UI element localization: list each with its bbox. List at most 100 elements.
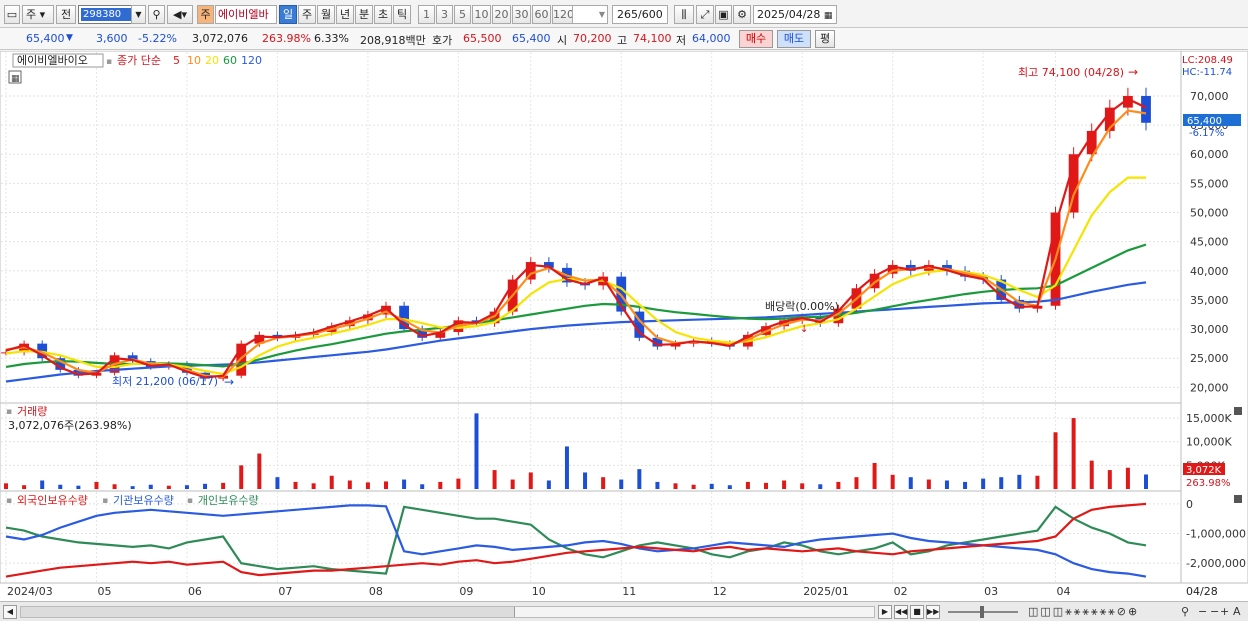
interval-button[interactable]: 20 [492,5,511,24]
zoom-slider-thumb[interactable] [980,606,984,618]
calendar-icon[interactable]: ▦ [824,11,833,21]
plus-icon[interactable]: + [1220,605,1229,619]
grid-icon[interactable]: ▦ [11,74,20,84]
dividend-annotation: 배당락(0.00%) [765,300,839,313]
holding-axis-label: 0 [1186,498,1193,511]
volume-bar [727,485,732,489]
price-change: 3,600 [96,32,128,45]
x-axis-label: 06 [188,585,202,598]
candle-body [1141,95,1151,123]
volume-bar [601,477,606,489]
period-tab[interactable]: 주 [298,5,316,24]
scroll-right-icon[interactable]: ▶ [878,605,892,619]
x-axis-label: 11 [622,585,636,598]
volume-bar [4,483,8,489]
period-tab[interactable]: 월 [317,5,335,24]
volume-bar [492,470,497,489]
volume-bar [130,486,135,489]
forward-icon[interactable]: ▶▶ [926,605,940,619]
minus-icon[interactable]: − [1198,605,1207,619]
volume-bar [1053,432,1058,489]
speaker-icon[interactable]: ◀▾ [167,5,193,24]
volume-bar [655,481,660,489]
period-tab[interactable]: 분 [355,5,373,24]
ma-legend: 5 10 20 60 120 [173,54,262,67]
toolbar: ▭ 주 ▾ 전 298380 ▼ ⚲ ◀▾ 주 에이비엘바 일주월년분초틱 13… [0,0,1248,28]
font-size-icon[interactable]: A [1233,605,1241,619]
scrollbar[interactable]: ◀ ▶ ◀◀ ■ ▶▶ ◫◫◫⚹⚹⚹⚹⚹⚹⊘⊕ ⚲ − − + A [0,601,1248,621]
toolbar-tools-icons[interactable]: ◫◫◫⚹⚹⚹⚹⚹⚹⊘⊕ [1028,605,1139,619]
price-axis-label: 55,000 [1190,177,1229,190]
x-axis-label: 08 [369,585,383,598]
date-input[interactable]: 2025/04/28 ▦ [753,5,837,24]
scroll-track[interactable] [20,606,875,618]
rewind-icon[interactable]: ◀◀ [894,605,908,619]
x-axis-label: 04 [1057,585,1071,598]
scroll-thumb[interactable] [514,607,874,617]
chart-type-icon[interactable]: ▭ [4,5,20,24]
volume-title: 거래량 [17,405,47,418]
volume-bar [257,453,262,489]
volume-bar [854,477,859,489]
zoom-out-icon[interactable]: ⚲ [1181,605,1189,619]
interval-button[interactable]: 30 [512,5,531,24]
date-value: 2025/04/28 [757,8,821,21]
period-tab[interactable]: 틱 [393,5,411,24]
x-axis-label: 2025/01 [803,585,849,598]
volume-bar [1017,474,1022,489]
interval-button[interactable]: 5 [454,5,471,24]
interval-dropdown[interactable]: ▼ [572,5,608,24]
period-tab[interactable]: 년 [336,5,354,24]
low-label: 저 [676,34,687,47]
price-change-pct: -5.22% [138,32,177,45]
volume-bar [221,482,226,489]
ma-legend-item: 20 [205,54,219,67]
save-icon[interactable]: ▣ [715,5,732,24]
volume-bar [691,484,696,489]
buy-button[interactable]: 매수 [739,30,773,48]
code-dropdown-icon[interactable]: ▼ [131,5,146,24]
period-tab[interactable]: 초 [374,5,392,24]
count-input[interactable]: 265/600 [612,5,668,24]
prev-button[interactable]: 전 [56,5,76,24]
volume-bar [420,484,425,489]
interval-button[interactable]: 1 [418,5,435,24]
period-tab[interactable]: 일 [279,5,297,24]
volume-bar [619,479,624,489]
interval-button[interactable]: 120 [552,5,574,24]
volume-bar [836,481,841,489]
interval-button[interactable]: 60 [532,5,551,24]
holding-legend-item: 기관보유수량 [113,494,174,507]
candle-icon[interactable]: ⫼ [674,5,694,24]
holding-close-icon[interactable] [1234,495,1242,503]
ma-legend-item: 5 [173,54,180,67]
volume-bar [239,465,244,489]
volume-bar [438,481,443,489]
settings-icon[interactable]: ⚙ [733,5,751,24]
stop-icon[interactable]: ■ [910,605,924,619]
scroll-left-icon[interactable]: ◀ [3,605,17,619]
turnover-pct: 6.33% [314,32,349,45]
balance-button[interactable]: 평 [815,30,835,48]
volume-axis-label: 15,000K [1186,412,1232,425]
market-select[interactable]: 주 ▾ [22,5,54,24]
legend-marker: ▪ [106,57,112,67]
volume-value: 3,072,076 [192,32,248,45]
interval-button[interactable]: 3 [436,5,453,24]
volume-close-icon[interactable] [1234,407,1242,415]
volume-bar [981,478,986,489]
volume-bar [474,413,479,489]
volume-bar [963,481,968,489]
trade-amount: 208,918백만 [360,34,426,47]
down-arrow-icon: ▼ [66,33,73,43]
volume-bar [76,485,81,489]
sell-button[interactable]: 매도 [777,30,811,48]
price-axis-label: 60,000 [1190,148,1229,161]
volume-bar [818,484,823,489]
price-axis-label: 40,000 [1190,265,1229,278]
hc-label: HC:-11.74 [1182,67,1232,78]
search-icon[interactable]: ⚲ [148,5,165,24]
stock-chart[interactable]: 70,00065,00060,00055,00050,00045,00040,0… [0,50,1248,601]
interval-button[interactable]: 10 [472,5,491,24]
draw-tool-icon[interactable]: ⤢ [696,5,714,24]
